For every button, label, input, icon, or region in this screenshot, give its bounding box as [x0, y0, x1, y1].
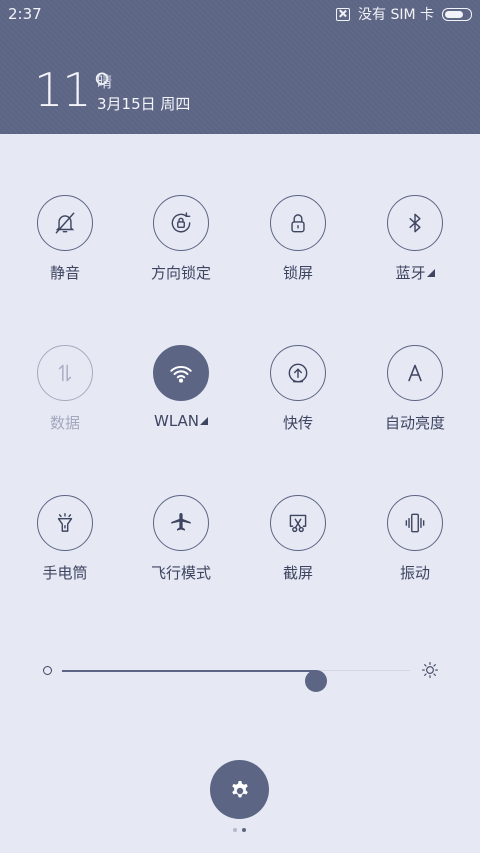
scissors-icon [270, 495, 326, 551]
toggle-lock-screen[interactable]: 锁屏 [248, 195, 348, 283]
toggle-airplane[interactable]: 飞行模式 [131, 495, 231, 583]
slider-fill [62, 669, 317, 672]
toggle-label: 方向锁定 [150, 264, 211, 282]
lock-icon [270, 195, 326, 251]
toggle-silent[interactable]: 静音 [15, 195, 115, 283]
wifi-icon [153, 345, 209, 401]
toggle-label: 截屏 [282, 564, 313, 582]
toggle-label: 振动 [399, 564, 430, 582]
settings-button[interactable] [210, 760, 269, 819]
status-right: 没有 SIM 卡 [336, 4, 472, 24]
toggle-wlan[interactable]: WLAN [131, 345, 231, 430]
sim-off-icon [336, 7, 350, 21]
sim-status: 没有 SIM 卡 [358, 7, 434, 23]
slider-thumb[interactable] [305, 670, 328, 692]
toggle-label: 蓝牙 [395, 264, 426, 282]
airplane-icon [153, 495, 209, 551]
toggle-label: 锁屏 [282, 264, 313, 282]
toggle-quick-transfer[interactable]: 快传 [248, 345, 348, 433]
toggle-label: 飞行模式 [150, 564, 211, 582]
status-time: 2:37 [8, 5, 42, 23]
auto-a-icon [387, 345, 443, 401]
brightness-low-icon [43, 666, 52, 675]
toggle-label-with-menu: WLAN [131, 412, 231, 430]
page-dot [233, 828, 237, 832]
toggle-label: 静音 [49, 264, 80, 282]
slider-track[interactable] [62, 669, 410, 692]
page-indicator [233, 828, 246, 832]
upload-icon [270, 345, 326, 401]
toggle-label-with-menu: 蓝牙 [365, 262, 465, 283]
rotation-lock-icon [153, 195, 209, 251]
toggle-label: 快传 [282, 414, 313, 432]
toggle-flashlight[interactable]: 手电筒 [15, 495, 115, 583]
bell-off-icon [37, 195, 93, 251]
flashlight-icon [37, 495, 93, 551]
brightness-slider[interactable] [40, 658, 440, 692]
sun-icon [421, 661, 439, 679]
toggle-label: 自动亮度 [384, 414, 445, 432]
header-panel: 2:37 没有 SIM 卡 11° 晴 3月15日 周四 [0, 0, 480, 134]
menu-triangle-icon [200, 417, 208, 425]
toggle-rotation-lock[interactable]: 方向锁定 [131, 195, 231, 283]
toggle-screenshot[interactable]: 截屏 [248, 495, 348, 583]
vibrate-icon [387, 495, 443, 551]
battery-icon [442, 7, 472, 21]
toggle-label: 手电筒 [42, 564, 88, 582]
data-arrows-icon [37, 345, 93, 401]
date-text[interactable]: 3月15日 周四 [97, 93, 190, 114]
toggle-bluetooth[interactable]: 蓝牙 [365, 195, 465, 283]
toggle-label: WLAN [153, 412, 199, 430]
bluetooth-icon [387, 195, 443, 251]
menu-triangle-icon [426, 269, 435, 277]
toggle-vibrate[interactable]: 振动 [365, 495, 465, 583]
page-dot-active [242, 828, 246, 832]
toggle-mobile-data[interactable]: 数据 [15, 345, 115, 433]
toggle-label: 数据 [49, 414, 80, 432]
weather-condition: 晴 [97, 73, 113, 91]
toggle-auto-brightness[interactable]: 自动亮度 [365, 345, 465, 433]
gear-icon [231, 780, 248, 797]
